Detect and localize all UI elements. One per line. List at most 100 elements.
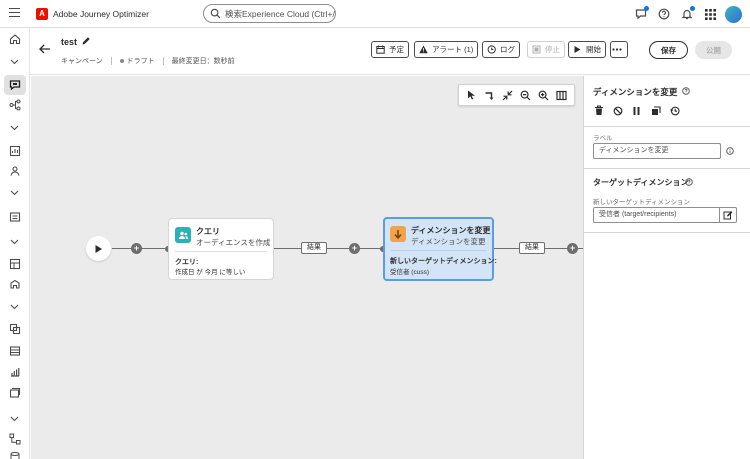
add-activity-button[interactable]: + <box>567 243 578 254</box>
info-icon[interactable] <box>726 147 734 155</box>
reports-icon[interactable] <box>8 144 21 157</box>
workflow-canvas[interactable]: + クエリ オーディエンスを作成 クエリ: 作成日 が 今月 に等しい 結果 +… <box>31 76 583 459</box>
canvas-toolbar <box>458 84 575 106</box>
menu-icon[interactable] <box>9 8 20 18</box>
label-input[interactable]: ディメンションを変更 <box>593 143 721 159</box>
top-icons <box>627 5 742 23</box>
adobe-logo-icon[interactable]: A <box>36 8 48 20</box>
properties-panel: ディメンションを変更 ラベル ディメンションを変更 ターゲットディメンション 新… <box>583 76 750 459</box>
more-icon <box>612 48 622 51</box>
zoom-out-icon[interactable] <box>519 88 533 102</box>
status-dot <box>119 59 124 63</box>
more-button[interactable] <box>610 41 628 58</box>
query-activity-node[interactable]: クエリ オーディエンスを作成 クエリ: 作成日 が 今月 に等しい <box>168 218 274 280</box>
journeys-icon[interactable] <box>8 98 21 111</box>
channels-icon[interactable] <box>8 278 21 291</box>
panel-actions <box>593 105 688 116</box>
chevron-down-icon[interactable] <box>8 412 21 425</box>
help-icon[interactable] <box>655 5 673 23</box>
feedback-icon[interactable] <box>632 5 650 23</box>
help-icon[interactable] <box>685 178 693 186</box>
add-activity-button[interactable]: + <box>349 243 360 254</box>
workflow-icon[interactable] <box>8 432 21 445</box>
transition-label[interactable]: 結果 <box>519 242 545 254</box>
analytics-icon[interactable] <box>8 365 21 378</box>
search-input[interactable] <box>225 8 335 19</box>
chevron-down-icon[interactable] <box>8 300 21 313</box>
stop-button[interactable]: 停止 <box>527 41 565 58</box>
offers-icon[interactable] <box>8 322 21 335</box>
alerts-label: アラート (1) <box>432 45 474 54</box>
select-pointer-icon[interactable] <box>464 88 478 102</box>
disable-icon[interactable] <box>612 105 623 116</box>
home-icon[interactable] <box>8 32 21 45</box>
avatar[interactable] <box>725 5 742 23</box>
pause-icon[interactable] <box>631 105 642 116</box>
campaign-type: キャンペーン <box>61 58 103 65</box>
log-button[interactable]: ログ <box>482 41 520 58</box>
audience-icon <box>175 227 191 243</box>
schedule-label: 予定 <box>389 45 404 54</box>
divider <box>584 232 750 233</box>
bell-icon[interactable] <box>678 5 696 23</box>
chevron-down-icon[interactable] <box>8 55 21 68</box>
content-icon[interactable] <box>8 210 21 223</box>
publish-button[interactable]: 公開 <box>695 41 732 59</box>
campaigns-icon[interactable] <box>8 78 21 91</box>
target-dimension-caption: 新しいターゲットディメンション <box>593 199 691 206</box>
campaign-header: test キャンペーン ドラフト 最終変更日：数秒前 予定 アラート (1) ロ… <box>30 28 750 75</box>
calendar-icon <box>376 45 385 54</box>
stop-label: 停止 <box>545 45 560 54</box>
search-box[interactable] <box>203 4 336 23</box>
top-bar: A Adobe Journey Optimizer <box>0 0 750 28</box>
notification-dot <box>644 6 649 11</box>
app-title[interactable]: Adobe Journey Optimizer <box>53 9 149 19</box>
data-icon[interactable] <box>8 344 21 357</box>
connect-icon[interactable] <box>482 88 496 102</box>
select-dimension-button[interactable] <box>719 207 737 223</box>
divider <box>584 168 750 169</box>
divider <box>391 250 486 251</box>
audiences-icon[interactable] <box>8 164 21 177</box>
storage-icon[interactable] <box>8 450 21 459</box>
log-label: ログ <box>500 45 515 54</box>
transition-label[interactable]: 結果 <box>301 242 327 254</box>
target-dimension-field[interactable]: 受信者 (target/recipients) <box>593 207 720 223</box>
node-detail-label: 新しいターゲットディメンション: <box>390 258 497 265</box>
back-arrow-icon[interactable] <box>39 44 51 54</box>
alerts-button[interactable]: アラート (1) <box>414 41 479 58</box>
schedule-button[interactable]: 予定 <box>371 41 409 58</box>
pencil-icon[interactable] <box>81 36 91 46</box>
apps-grid-icon[interactable] <box>701 5 719 23</box>
save-button[interactable]: 保存 <box>649 41 688 59</box>
chevron-down-icon[interactable] <box>8 186 21 199</box>
label-caption: ラベル <box>593 135 613 142</box>
collapse-icon[interactable] <box>500 88 514 102</box>
assets-icon[interactable] <box>8 386 21 399</box>
history-icon <box>487 45 496 54</box>
start-node[interactable] <box>86 236 111 261</box>
add-activity-button[interactable]: + <box>131 243 142 254</box>
start-button[interactable]: 開始 <box>568 41 606 58</box>
start-label: 開始 <box>586 45 601 54</box>
change-dimension-node[interactable]: ディメンションを変更 ディメンションを変更 新しいターゲットディメンション: 受… <box>383 217 497 281</box>
campaign-meta: キャンペーン ドラフト 最終変更日：数秒前 <box>61 56 235 66</box>
chevron-down-icon[interactable] <box>8 235 21 248</box>
zoom-in-icon[interactable] <box>537 88 551 102</box>
node-detail-value: 作成日 が 今月 に等しい <box>175 269 246 276</box>
section-title: ターゲットディメンション <box>593 178 689 187</box>
last-modified: 最終変更日：数秒前 <box>171 58 235 65</box>
copy-icon[interactable] <box>650 105 661 116</box>
warning-icon <box>419 45 428 54</box>
status-badge: ドラフト <box>126 58 155 65</box>
play-icon <box>574 46 581 53</box>
history-icon[interactable] <box>669 105 680 116</box>
schemas-icon[interactable] <box>8 257 21 270</box>
panel-toggle-icon[interactable] <box>555 88 569 102</box>
help-icon[interactable] <box>682 87 690 95</box>
chevron-down-icon[interactable] <box>8 121 21 134</box>
arrow-down-icon <box>390 226 406 242</box>
trash-icon[interactable] <box>593 105 604 116</box>
edit-icon <box>723 211 733 220</box>
stop-icon <box>532 45 541 54</box>
